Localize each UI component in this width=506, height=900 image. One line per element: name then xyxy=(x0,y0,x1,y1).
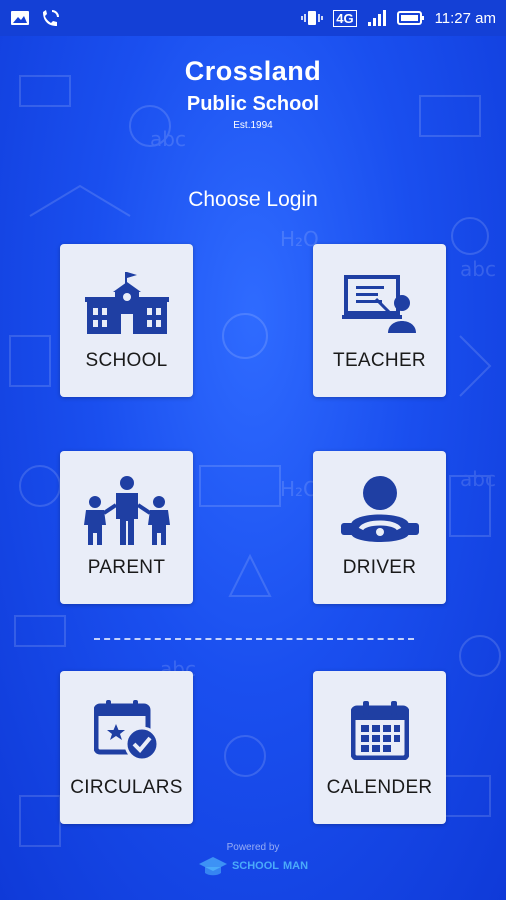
established-year: Est.1994 xyxy=(233,120,273,131)
teacher-board-icon xyxy=(341,268,418,338)
network-type-badge: 4G xyxy=(333,9,357,27)
calender-button[interactable]: CALENDER xyxy=(313,671,446,824)
school-name: Crossland xyxy=(184,56,322,86)
parent-login-label: PARENT xyxy=(87,557,166,578)
school-building-icon xyxy=(84,268,169,338)
driver-login-label: DRIVER xyxy=(342,557,417,578)
circulars-button[interactable]: CIRCULARS xyxy=(60,671,193,824)
driver-login-button[interactable]: DRIVER xyxy=(313,451,446,604)
svg-text:abc: abc xyxy=(460,257,496,281)
teacher-login-button[interactable]: TEACHER xyxy=(313,244,446,397)
driver-steering-icon xyxy=(340,475,419,545)
wifi-call-icon xyxy=(40,9,60,27)
brand-left-text: SCHOOL xyxy=(231,860,279,872)
signal-icon xyxy=(367,9,387,27)
circulars-label: CIRCULARS xyxy=(70,777,183,798)
image-icon xyxy=(10,10,30,26)
svg-text:abc: abc xyxy=(460,467,496,491)
calendar-grid-icon xyxy=(350,695,409,765)
calender-label: CALENDER xyxy=(326,777,433,798)
brand-logo: SCHOOL MAN xyxy=(198,855,308,877)
brand-right-text: MAN xyxy=(283,860,309,872)
teacher-login-label: TEACHER xyxy=(333,350,426,371)
school-subtitle: Public School xyxy=(186,93,320,115)
family-icon xyxy=(82,475,172,545)
status-bar: 4G 11:27 am xyxy=(0,0,506,36)
clock: 11:27 am xyxy=(434,9,496,27)
section-divider xyxy=(94,638,414,640)
battery-icon xyxy=(396,10,425,26)
vibrate-icon xyxy=(301,10,324,26)
school-login-label: SCHOOL xyxy=(85,350,168,371)
school-login-button[interactable]: SCHOOL xyxy=(60,244,193,397)
school-header: Crossland Public School Est.1994 xyxy=(0,56,506,131)
graduation-cap-icon xyxy=(198,857,227,876)
powered-by-text: Powered by xyxy=(226,842,280,853)
calendar-star-check-icon xyxy=(93,695,160,765)
parent-login-button[interactable]: PARENT xyxy=(60,451,193,604)
footer: Powered by SCHOOL MAN xyxy=(0,842,506,882)
choose-login-heading: Choose Login xyxy=(188,188,318,211)
